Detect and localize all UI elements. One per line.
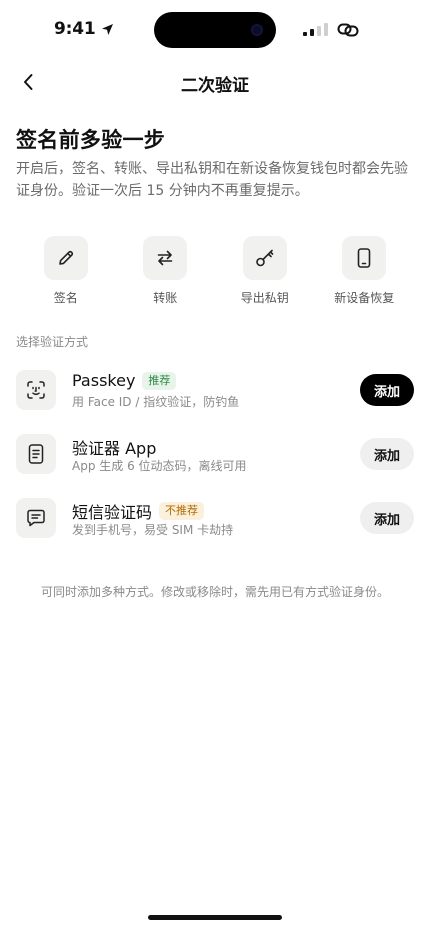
status-time-text: 9:41: [54, 19, 96, 39]
method-passkey: Passkey 推荐 用 Face ID / 指纹验证，防钓鱼 添加: [16, 366, 414, 430]
feature-transfer-tile: [143, 236, 188, 280]
not-recommended-badge: 不推荐: [159, 502, 205, 520]
message-icon: [27, 509, 45, 527]
section-label: 选择验证方式: [16, 335, 89, 349]
method-authenticator-title: 验证器 App: [72, 439, 157, 458]
feature-new-device-tile: [342, 236, 387, 280]
feature-sign-label: 签名: [53, 291, 78, 305]
method-authenticator: 验证器 App App 生成 6 位动态码，离线可用 添加: [16, 430, 414, 494]
recommended-badge: 推荐: [142, 371, 177, 390]
feature-export-key: 导出私钥: [215, 236, 315, 306]
method-passkey-title: Passkey: [72, 371, 136, 390]
authenticator-icon: [28, 444, 44, 464]
method-authenticator-subtitle: App 生成 6 位动态码，离线可用: [72, 459, 247, 473]
protected-actions: 签名 转账 导出私钥 新设备恢复: [16, 236, 414, 306]
method-sms-subtitle: 发到手机号，易受 SIM 卡劫持: [72, 523, 234, 537]
feature-transfer-label: 转账: [153, 291, 178, 305]
method-authenticator-tile: [16, 434, 56, 474]
face-id-icon: [27, 381, 45, 399]
cellular-signal-icon: [303, 23, 328, 36]
verification-method-list: Passkey 推荐 用 Face ID / 指纹验证，防钓鱼 添加 验证器 A…: [16, 366, 414, 558]
add-sms-button[interactable]: 添加: [360, 502, 414, 534]
footnote: 可同时添加多种方式。修改或移除时，需先用已有方式验证身份。: [40, 585, 389, 599]
home-indicator[interactable]: [148, 915, 282, 920]
navigation-bar: 二次验证: [0, 62, 430, 102]
feature-sign: 签名: [16, 236, 116, 306]
dynamic-island: [154, 12, 276, 48]
method-sms-title: 短信验证码: [72, 503, 153, 522]
add-passkey-button[interactable]: 添加: [360, 374, 414, 406]
camera-dot: [251, 24, 263, 36]
key-icon: [255, 249, 274, 267]
phone-icon: [357, 248, 371, 268]
page-title: 签名前多验一步: [16, 128, 166, 152]
feature-export-key-label: 导出私钥: [240, 291, 289, 305]
status-time: 9:41: [54, 19, 114, 39]
method-passkey-tile: [16, 370, 56, 410]
pencil-icon: [58, 250, 73, 265]
method-sms-title-row: 短信验证码 不推荐: [72, 499, 205, 523]
method-passkey-title-row: Passkey 推荐: [72, 371, 177, 390]
page-description: 开启后，签名、转账、导出私钥和在新设备恢复钱包时都会先验证身份。验证一次后 15…: [16, 161, 408, 199]
method-sms-tile: [16, 498, 56, 538]
add-authenticator-button[interactable]: 添加: [360, 438, 414, 470]
location-arrow-icon: [102, 23, 114, 35]
link-icon: [337, 23, 359, 37]
feature-new-device: 新设备恢复: [315, 236, 415, 306]
feature-sign-tile: [43, 236, 88, 280]
status-bar: 9:41: [0, 0, 430, 60]
method-authenticator-title-row: 验证器 App: [72, 435, 156, 459]
nav-title: 二次验证: [181, 76, 249, 96]
feature-export-key-tile: [242, 236, 287, 280]
method-passkey-subtitle: 用 Face ID / 指纹验证，防钓鱼: [72, 395, 240, 409]
feature-transfer: 转账: [116, 236, 216, 306]
feature-new-device-label: 新设备恢复: [334, 291, 395, 305]
transfer-arrows-icon: [157, 250, 173, 266]
method-sms: 短信验证码 不推荐 发到手机号，易受 SIM 卡劫持 添加: [16, 494, 414, 558]
